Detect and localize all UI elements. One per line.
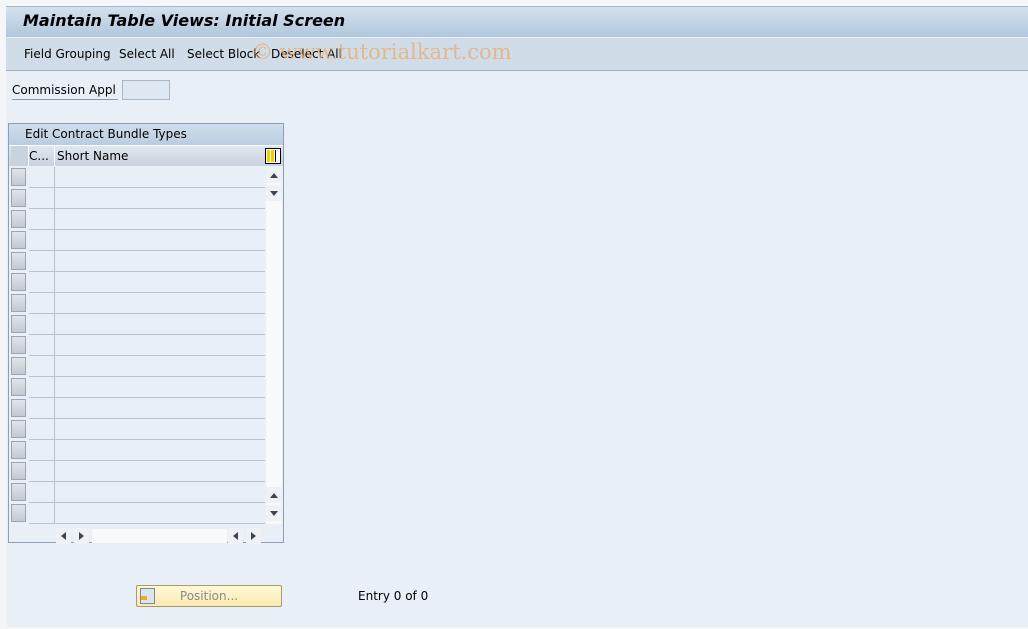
cell-c[interactable]	[29, 356, 55, 376]
cell-c[interactable]	[29, 398, 55, 418]
arrow-down-icon	[270, 510, 278, 516]
scroll-up-button[interactable]	[266, 167, 282, 183]
table-row	[9, 167, 265, 188]
row-selector[interactable]	[11, 336, 26, 354]
row-selector[interactable]	[11, 273, 26, 291]
table-row	[9, 419, 265, 440]
column-header-short-name[interactable]: Short Name	[57, 149, 128, 163]
field-grouping-button[interactable]: Field Grouping	[24, 47, 111, 61]
scroll-right-button[interactable]	[74, 528, 89, 544]
table-settings-icon[interactable]	[265, 148, 281, 164]
title-bar: Maintain Table Views: Initial Screen	[6, 7, 1028, 38]
table-row	[9, 230, 265, 251]
table-row	[9, 377, 265, 398]
table-title-bar: Edit Contract Bundle Types	[9, 124, 283, 146]
table-row	[9, 335, 265, 356]
scroll-page-down-button[interactable]	[266, 505, 282, 521]
position-button-label: Position...	[179, 589, 239, 603]
cell-c[interactable]	[29, 188, 55, 208]
horizontal-scrollbar[interactable]	[92, 529, 227, 543]
row-selector[interactable]	[11, 294, 26, 312]
scroll-right-end-button[interactable]	[246, 528, 261, 544]
cell-c[interactable]	[29, 230, 55, 250]
row-selector[interactable]	[11, 189, 26, 207]
row-selector[interactable]	[11, 210, 26, 228]
row-selector[interactable]	[11, 378, 26, 396]
arrow-left-icon	[233, 532, 238, 540]
row-selector[interactable]	[11, 462, 26, 480]
row-selector[interactable]	[11, 420, 26, 438]
table-row	[9, 461, 265, 482]
cell-c[interactable]	[29, 314, 55, 334]
cell-c[interactable]	[29, 419, 55, 439]
table-row	[9, 272, 265, 293]
table-body	[9, 167, 265, 524]
table-row	[9, 293, 265, 314]
table-row	[9, 503, 265, 524]
scroll-left-end-button[interactable]	[228, 528, 243, 544]
select-all-rows-button[interactable]	[11, 146, 29, 166]
arrow-down-icon	[270, 190, 278, 196]
cell-c[interactable]	[29, 377, 55, 397]
application-toolbar: Field Grouping Select All Select Block D…	[6, 38, 1028, 71]
table-title: Edit Contract Bundle Types	[25, 127, 187, 141]
table-row	[9, 188, 265, 209]
table-row	[9, 482, 265, 503]
arrow-right-icon	[251, 532, 256, 540]
cell-c[interactable]	[29, 461, 55, 481]
row-selector[interactable]	[11, 168, 26, 186]
entry-counter: Entry 0 of 0	[358, 589, 429, 603]
arrow-up-icon	[270, 492, 278, 498]
column-divider	[54, 146, 55, 166]
cell-c[interactable]	[29, 335, 55, 355]
commission-appl-input[interactable]	[122, 80, 170, 100]
column-header-c[interactable]: C...	[29, 149, 49, 163]
arrow-right-icon	[79, 532, 84, 540]
table-row	[9, 209, 265, 230]
row-selector[interactable]	[11, 483, 26, 501]
scroll-left-button[interactable]	[56, 528, 71, 544]
page-title: Maintain Table Views: Initial Screen	[23, 11, 346, 30]
scroll-page-up-button[interactable]	[266, 487, 282, 503]
cell-c[interactable]	[29, 293, 55, 313]
cell-c[interactable]	[29, 209, 55, 229]
cell-c[interactable]	[29, 440, 55, 460]
row-selector[interactable]	[11, 357, 26, 375]
table-row	[9, 440, 265, 461]
deselect-all-button[interactable]: Deselect All	[271, 47, 342, 61]
arrow-up-icon	[270, 172, 278, 178]
vertical-scrollbar[interactable]	[266, 167, 282, 524]
main-window: Maintain Table Views: Initial Screen Fie…	[6, 6, 1028, 627]
select-block-button[interactable]: Select Block	[187, 47, 260, 61]
row-selector[interactable]	[11, 441, 26, 459]
row-selector[interactable]	[11, 504, 26, 522]
row-selector[interactable]	[11, 399, 26, 417]
row-divider	[29, 523, 265, 524]
row-selector[interactable]	[11, 315, 26, 333]
commission-appl-label: Commission Appl	[12, 83, 118, 100]
cell-c[interactable]	[29, 272, 55, 292]
scroll-down-button[interactable]	[266, 185, 282, 201]
table-row	[9, 398, 265, 419]
position-button[interactable]: Position...	[136, 585, 282, 607]
row-selector[interactable]	[11, 252, 26, 270]
cell-c[interactable]	[29, 482, 55, 502]
table-header: C... Short Name	[9, 146, 283, 166]
table-control: Edit Contract Bundle Types C... Short Na…	[8, 123, 284, 544]
cell-c[interactable]	[29, 167, 55, 187]
cell-c[interactable]	[29, 251, 55, 271]
row-selector[interactable]	[11, 231, 26, 249]
cell-c[interactable]	[29, 503, 55, 523]
select-all-button[interactable]: Select All	[119, 47, 175, 61]
arrow-left-icon	[61, 532, 66, 540]
table-row	[9, 356, 265, 377]
table-row	[9, 251, 265, 272]
table-row	[9, 314, 265, 335]
